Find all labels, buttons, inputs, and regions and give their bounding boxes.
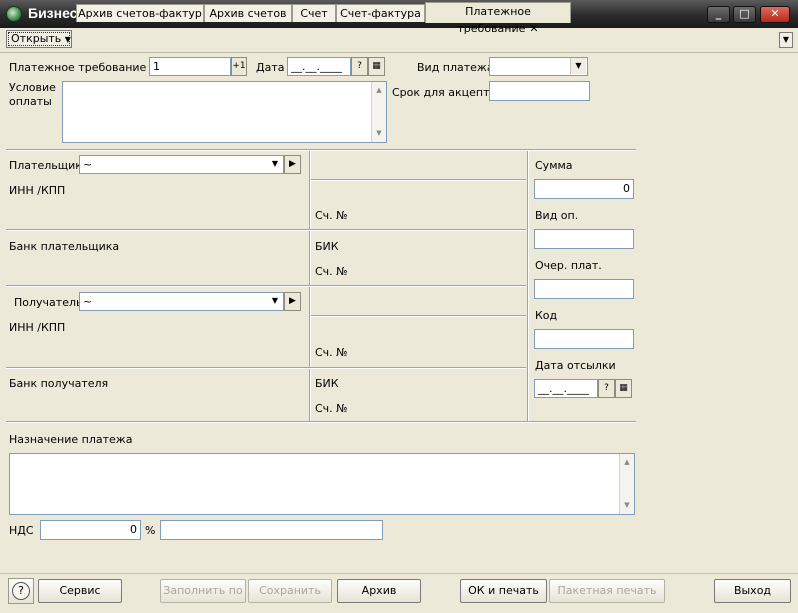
payment-type-label: Вид платежа	[417, 61, 494, 74]
tab-label: Архив счетов	[209, 7, 287, 20]
recipient-bank-label: Банк получателя	[9, 377, 109, 390]
priority-input[interactable]	[534, 279, 634, 299]
code-input[interactable]	[534, 329, 634, 349]
chevron-down-icon[interactable]: ▼	[267, 156, 283, 172]
tab-invoice-archive[interactable]: Архив счетов-фактур	[76, 4, 204, 22]
batch-print-button[interactable]: Пакетная печать	[549, 579, 665, 603]
acceptance-input[interactable]	[489, 81, 590, 101]
condition-scrollbar[interactable]: ▲ ▼	[371, 82, 386, 142]
amount-label: Сумма	[535, 159, 573, 172]
payer-combo[interactable]: ~	[79, 155, 284, 174]
payer-open-arrow-icon[interactable]: ▶	[284, 155, 301, 174]
divider	[6, 367, 526, 369]
increment-button[interactable]: +1	[231, 57, 247, 76]
divider	[6, 285, 526, 287]
recipient-label: Получатель	[14, 296, 83, 309]
date-help-button[interactable]: ?	[351, 57, 368, 76]
doc-number-input[interactable]: 1	[149, 57, 231, 76]
condition-textarea[interactable]	[62, 81, 387, 143]
chevron-down-icon[interactable]: ▼	[267, 293, 283, 309]
calendar-icon[interactable]: ▦	[615, 379, 632, 398]
recipient-combo[interactable]: ~	[79, 292, 284, 311]
fill-by-button[interactable]: Заполнить по	[160, 579, 246, 603]
app-window: Бизнес Пак 7.7 (3091) _ □ ✕ Открыть ▼ Ар…	[0, 0, 798, 613]
vat-input[interactable]: 0	[40, 520, 141, 540]
scroll-up-icon[interactable]: ▲	[372, 83, 386, 97]
close-window-button[interactable]: ✕	[760, 6, 790, 23]
exit-button[interactable]: Выход	[714, 579, 791, 603]
payer-label: Плательщик	[9, 159, 82, 172]
recipient-inn-label: ИНН /КПП	[9, 321, 66, 334]
date-input[interactable]: __.__.____	[287, 57, 351, 76]
condition-label-text: Условие оплаты	[9, 81, 56, 108]
tab-label: Платежное требование	[457, 5, 531, 35]
payer-bank-account-label: Сч. №	[315, 265, 348, 278]
condition-label: Условие оплаты	[9, 81, 59, 109]
recipient-bank-account-label: Сч. №	[315, 402, 348, 415]
tab-bill[interactable]: Счет	[292, 4, 336, 22]
tab-payment-request[interactable]: Платежное требование ✕	[425, 2, 571, 35]
app-logo-icon	[6, 6, 22, 22]
divider	[6, 421, 636, 423]
tab-invoice[interactable]: Счет-фактура	[336, 4, 425, 22]
purpose-label: Назначение платежа	[9, 433, 133, 446]
vat-extra-input[interactable]	[160, 520, 383, 540]
date-label: Дата	[256, 61, 285, 74]
tab-bar	[0, 28, 798, 53]
help-icon: ?	[12, 582, 30, 600]
amount-input[interactable]: 0	[534, 179, 634, 199]
scroll-down-icon[interactable]: ▼	[620, 498, 634, 512]
divider	[527, 151, 529, 421]
chevron-down-icon[interactable]: ▼	[570, 58, 586, 74]
purpose-textarea[interactable]	[9, 453, 635, 515]
payer-account-label: Сч. №	[315, 209, 348, 222]
payer-inn-label: ИНН /КПП	[9, 184, 66, 197]
calendar-icon[interactable]: ▦	[368, 57, 385, 76]
minimize-button[interactable]: _	[707, 6, 730, 23]
vat-label: НДС	[9, 524, 34, 537]
recipient-account-label: Сч. №	[315, 346, 348, 359]
help-button[interactable]: ?	[8, 578, 34, 604]
payer-bank-label: Банк плательщика	[9, 240, 120, 253]
scroll-up-icon[interactable]: ▲	[620, 455, 634, 469]
send-date-input[interactable]: __.__.____	[534, 379, 598, 398]
ok-print-button[interactable]: ОК и печать	[460, 579, 547, 603]
close-tab-icon[interactable]: ✕	[529, 22, 538, 35]
acceptance-label: Срок для акцепта	[392, 86, 497, 99]
recipient-open-arrow-icon[interactable]: ▶	[284, 292, 301, 311]
divider	[6, 149, 636, 151]
priority-label: Очер. плат.	[535, 259, 602, 272]
open-menu-label: Открыть	[11, 32, 62, 45]
send-date-label: Дата отсылки	[535, 359, 616, 372]
tab-label: Архив счетов-фактур	[78, 7, 202, 20]
payer-bik-label: БИК	[315, 240, 339, 253]
archive-button[interactable]: Архив	[337, 579, 421, 603]
tab-list-dropdown-icon[interactable]: ▼	[779, 32, 793, 48]
tab-bill-archive[interactable]: Архив счетов	[204, 4, 292, 22]
recipient-bik-label: БИК	[315, 377, 339, 390]
purpose-scrollbar[interactable]: ▲ ▼	[619, 454, 634, 514]
divider	[6, 229, 526, 231]
divider	[311, 315, 526, 317]
maximize-button[interactable]: □	[733, 6, 756, 23]
doc-number-label: Платежное требование №	[9, 61, 162, 74]
recipient-value: ~	[83, 295, 93, 308]
payer-value: ~	[83, 158, 93, 171]
service-button[interactable]: Сервис	[38, 579, 122, 603]
op-type-label: Вид оп.	[535, 209, 579, 222]
chevron-down-icon: ▼	[64, 35, 71, 44]
op-type-input[interactable]	[534, 229, 634, 249]
tab-label: Счет	[300, 7, 328, 20]
divider	[311, 179, 526, 181]
save-button[interactable]: Сохранить	[248, 579, 332, 603]
open-menu-button[interactable]: Открыть ▼	[6, 30, 72, 48]
send-date-help-button[interactable]: ?	[598, 379, 615, 398]
code-label: Код	[535, 309, 558, 322]
tab-label: Счет-фактура	[340, 7, 421, 20]
vat-percent-label: %	[145, 524, 156, 537]
scroll-down-icon[interactable]: ▼	[372, 126, 386, 140]
